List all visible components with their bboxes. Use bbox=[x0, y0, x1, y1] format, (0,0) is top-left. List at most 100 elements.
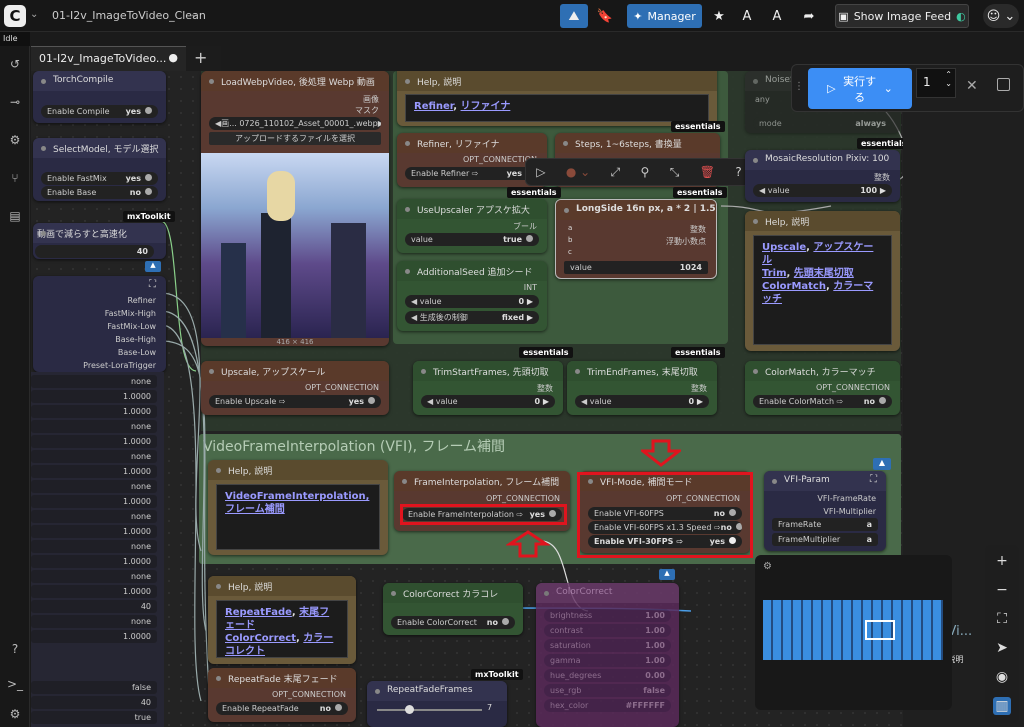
upscale-node[interactable]: Upscale, アップスケール OPT_CONNECTION Enable U… bbox=[201, 361, 389, 415]
group-blue-icon[interactable]: ▲ bbox=[659, 569, 675, 580]
run-button[interactable]: ▷ 実行する ⌄ bbox=[808, 68, 912, 109]
help-link[interactable]: ColorMatch bbox=[762, 281, 826, 292]
workflow-name[interactable]: 01-I2v_ImageToVideo_Clean bbox=[52, 9, 206, 22]
enable-colormatch-toggle[interactable]: Enable ColorMatch ⇨ no bbox=[753, 395, 892, 408]
help-link[interactable]: VideoFrameInterpolation, bbox=[225, 491, 369, 502]
help-link[interactable]: フレーム補間 bbox=[225, 504, 285, 515]
color-picker-icon[interactable]: ● ⌄ bbox=[566, 165, 590, 179]
noise-mode-widget[interactable]: mode always bbox=[753, 117, 892, 130]
file-select[interactable]: ◀ 画... 0726_110102_Asset_00001_.webp ▶ bbox=[209, 117, 381, 130]
share-icon[interactable]: ➦ bbox=[798, 4, 820, 28]
manager-button[interactable]: ✦ Manager bbox=[627, 4, 702, 28]
lora-row[interactable]: 1.0000 bbox=[31, 525, 157, 538]
help-upscale-node[interactable]: Help, 説明 Upscale, アップスケール Trim, 先頭末尾切取 C… bbox=[745, 211, 900, 351]
drag-handle-icon[interactable]: ⋮ bbox=[794, 81, 804, 92]
unsaved-dot-icon[interactable]: ● bbox=[168, 51, 178, 64]
expand-icon[interactable]: ⛶ bbox=[870, 474, 877, 485]
help-link[interactable]: Upscale bbox=[762, 242, 806, 253]
enable-repeatfade-toggle[interactable]: Enable RepeatFade no bbox=[216, 702, 348, 715]
colorcorrect-node[interactable]: ColorCorrect カラコレ Enable ColorCorrect no bbox=[383, 583, 523, 635]
enable-upscale-toggle[interactable]: Enable Upscale ⇨ yes bbox=[209, 395, 381, 408]
trimstart-value-widget[interactable]: ◀ value 0 ▶ bbox=[421, 395, 555, 408]
lora-row[interactable]: none bbox=[31, 480, 157, 493]
mosaicresolution-node[interactable]: MosaicResolution Pixiv: 100 整数 ◀ value 10… bbox=[745, 150, 900, 202]
upload-button[interactable]: アップロードするファイルを選択 bbox=[209, 132, 381, 145]
app-logo-icon[interactable]: C bbox=[4, 5, 26, 27]
group-blue-icon[interactable]: ▲ bbox=[145, 261, 161, 272]
colormatch-node[interactable]: ColorMatch, カラーマッチ OPT_CONNECTION Enable… bbox=[745, 361, 900, 415]
fit-view-icon[interactable]: ⛶ bbox=[993, 610, 1011, 628]
bool-row[interactable]: false bbox=[31, 681, 157, 694]
longside-node[interactable]: LongSide 16n px, a * 2 | 1.5 a b c 整数 浮動… bbox=[555, 199, 717, 279]
run-count-input[interactable]: 1 ⌃ ⌄ bbox=[916, 68, 956, 98]
lora-row[interactable]: 1.0000 bbox=[31, 435, 157, 448]
history-icon[interactable]: ↺ bbox=[7, 56, 23, 72]
minimap[interactable]: ⚙ bbox=[755, 555, 952, 710]
vfi-param-node[interactable]: VFI-Param ⛶ VFI-FrameRate VFI-Multiplier… bbox=[764, 471, 886, 551]
lora-row[interactable]: 1.0000 bbox=[31, 405, 157, 418]
lora-row[interactable]: none bbox=[31, 375, 157, 388]
expand-icon[interactable]: ⛶ bbox=[149, 279, 156, 290]
help-link[interactable]: Trim bbox=[762, 268, 787, 279]
cc-row[interactable]: hue_degrees 0.00 bbox=[544, 669, 671, 682]
cc-row[interactable]: brightness 1.00 bbox=[544, 609, 671, 622]
sitemap-icon[interactable]: ⛰ bbox=[560, 4, 588, 28]
loadwebpvideo-node[interactable]: LoadWebpVideo, 後処理 Webp 動画 画像 マスク ◀ 画... … bbox=[201, 71, 389, 346]
lora-row[interactable]: 1.0000 bbox=[31, 465, 157, 478]
colorcorrect-detail-node[interactable]: ColorCorrect brightness 1.00 contrast 1.00… bbox=[536, 583, 679, 727]
help-link[interactable]: Refiner bbox=[414, 101, 453, 112]
lora-preset-node[interactable]: ⛶ Refiner FastMix-High FastMix-Low Base-… bbox=[33, 276, 166, 372]
repeatfade-node[interactable]: RepeatFade 末尾フェード OPT_CONNECTION Enable … bbox=[208, 668, 356, 722]
zoom-out-icon[interactable]: − bbox=[993, 581, 1011, 599]
pin-icon[interactable]: ⚲ bbox=[641, 165, 650, 179]
useupscaler-value-toggle[interactable]: value true bbox=[405, 233, 539, 246]
stepper-icon[interactable]: ⌃ ⌄ bbox=[945, 70, 952, 88]
seed-value-widget[interactable]: ◀ value 0 ▶ bbox=[405, 295, 539, 308]
help-link[interactable]: ColorCorrect bbox=[225, 633, 296, 644]
vfi-help-node[interactable]: Help, 説明 VideoFrameInterpolation, フレーム補間 bbox=[208, 460, 388, 555]
chevron-down-icon[interactable]: ⌄ bbox=[884, 82, 893, 95]
enable-base-widget[interactable]: Enable Base no bbox=[41, 186, 158, 199]
help-link[interactable]: RepeatFade bbox=[225, 607, 292, 618]
selectmodel-node[interactable]: SelectModel, モデル選択 Enable FastMix yes Ena… bbox=[33, 138, 166, 201]
minimap-viewport[interactable] bbox=[865, 620, 895, 640]
minimap-toggle-icon[interactable]: ▥ bbox=[993, 697, 1011, 715]
speed-node[interactable]: 動画で減らすと高速化 40 bbox=[33, 223, 166, 259]
lora-row[interactable]: 1.0000 bbox=[31, 495, 157, 508]
cc-row[interactable]: contrast 1.00 bbox=[544, 624, 671, 637]
stop-icon[interactable] bbox=[997, 78, 1010, 91]
tab-workflow[interactable]: 01-I2v_ImageToVideo... ● bbox=[31, 46, 186, 71]
bool-row[interactable]: true bbox=[31, 711, 157, 724]
cc-row[interactable]: gamma 1.00 bbox=[544, 654, 671, 667]
speed-slider[interactable]: 40 bbox=[35, 245, 154, 258]
refiner-help-node[interactable]: Help, 説明 Refiner, リファイナ bbox=[397, 71, 717, 126]
lora-row[interactable]: none bbox=[31, 570, 157, 583]
cc-row[interactable]: saturation 1.00 bbox=[544, 639, 671, 652]
user-avatar-icon[interactable]: ☺ ⌄ bbox=[983, 4, 1019, 28]
terminal-icon[interactable]: >_ bbox=[7, 676, 23, 692]
enable-refiner-toggle[interactable]: Enable Refiner ⇨ yes bbox=[405, 167, 539, 180]
enable-colorcorrect-toggle[interactable]: Enable ColorCorrect no bbox=[391, 616, 515, 629]
help-link[interactable]: 先頭末尾切取 bbox=[794, 268, 854, 279]
translate-alt-icon[interactable]: A bbox=[766, 4, 788, 28]
templates-icon[interactable]: ▤ bbox=[7, 208, 23, 224]
torchcompile-node[interactable]: TorchCompile Enable Compile yes bbox=[33, 71, 166, 123]
lora-row[interactable]: 1.0000 bbox=[31, 585, 157, 598]
lora-row[interactable]: none bbox=[31, 510, 157, 523]
frames-slider-handle[interactable] bbox=[405, 705, 414, 714]
lora-row[interactable]: 1.0000 bbox=[31, 630, 157, 643]
translate-icon[interactable]: A bbox=[736, 4, 758, 28]
bypass-icon[interactable]: ⤢ bbox=[611, 165, 621, 180]
logo-chevron-icon[interactable]: ⌄ bbox=[30, 9, 38, 20]
settings-icon[interactable]: ⚙ bbox=[7, 706, 23, 722]
frames-slider-track[interactable] bbox=[377, 709, 482, 711]
lora-row[interactable]: 40 bbox=[31, 600, 157, 613]
help-link[interactable]: リファイナ bbox=[461, 101, 511, 112]
models-icon[interactable]: ⚙ bbox=[7, 132, 23, 148]
collapse-icon[interactable]: ⤡ bbox=[670, 165, 680, 180]
help-icon[interactable]: ? bbox=[7, 641, 23, 657]
visibility-icon[interactable]: ◉ bbox=[993, 668, 1011, 686]
workflows-icon[interactable]: ⑂ bbox=[7, 170, 23, 186]
longside-value-widget[interactable]: value 1024 bbox=[564, 261, 708, 274]
lora-row[interactable]: none bbox=[31, 450, 157, 463]
